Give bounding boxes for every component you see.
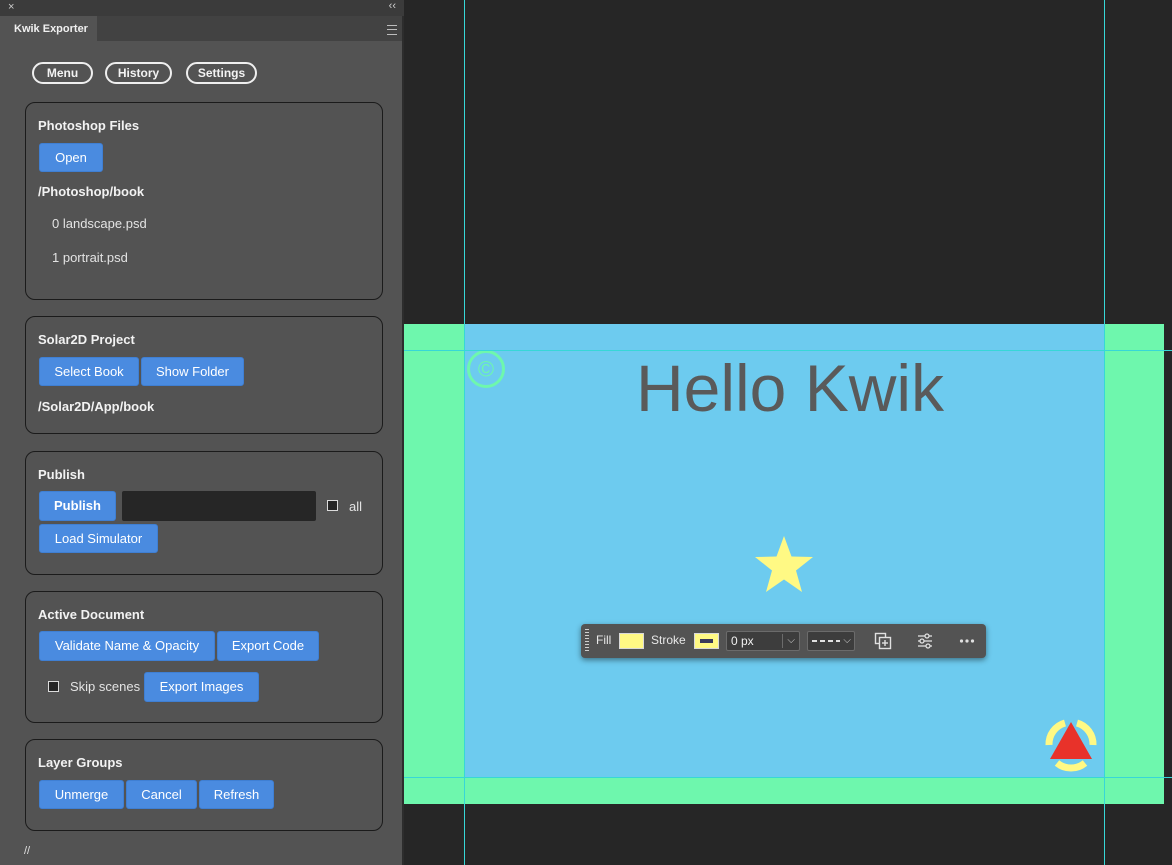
- file-item[interactable]: 1 portrait.psd: [52, 250, 128, 265]
- load-simulator-button[interactable]: Load Simulator: [39, 524, 158, 553]
- stroke-color-swatch[interactable]: [694, 633, 719, 649]
- all-checkbox[interactable]: [327, 500, 338, 511]
- unmerge-button[interactable]: Unmerge: [39, 780, 124, 809]
- fill-label: Fill: [596, 633, 612, 647]
- guide-line: [464, 0, 465, 865]
- copyright-icon[interactable]: ©: [466, 349, 506, 389]
- settings-button[interactable]: Settings: [186, 62, 257, 84]
- chevron-down-icon: ⌵: [787, 635, 795, 646]
- panel-title-bar: × ‹‹: [0, 0, 404, 16]
- solar2d-project-section: Solar2D Project Select Book Show Folder …: [25, 316, 383, 434]
- refresh-button[interactable]: Refresh: [199, 780, 274, 809]
- export-code-button[interactable]: Export Code: [217, 631, 319, 661]
- active-document-section: Active Document Validate Name & Opacity …: [25, 591, 383, 723]
- photoshop-path: /Photoshop/book: [38, 184, 145, 199]
- publish-button[interactable]: Publish: [39, 491, 116, 521]
- photoshop-files-section: Photoshop Files Open /Photoshop/book 0 l…: [25, 102, 383, 300]
- artboard[interactable]: Hello Kwik ©: [464, 324, 1104, 778]
- stroke-width-value: 0 px: [731, 634, 754, 648]
- stroke-label: Stroke: [651, 633, 686, 647]
- dash-style-icon: [812, 640, 840, 642]
- star-icon[interactable]: [752, 534, 816, 596]
- panel-footer: //: [24, 845, 31, 857]
- stroke-width-dropdown[interactable]: 0 px ⌵: [726, 631, 800, 651]
- menu-button[interactable]: Menu: [32, 62, 93, 84]
- section-title: Active Document: [38, 607, 145, 622]
- export-images-button[interactable]: Export Images: [144, 672, 259, 702]
- select-book-button[interactable]: Select Book: [39, 357, 139, 386]
- publish-input[interactable]: [122, 491, 316, 521]
- close-icon[interactable]: ×: [8, 1, 14, 13]
- skip-scenes-label: Skip scenes: [70, 679, 141, 694]
- panel-menu-icon[interactable]: [387, 25, 397, 35]
- publish-section: Publish Publish all Load Simulator: [25, 451, 383, 575]
- open-button[interactable]: Open: [39, 143, 103, 172]
- validate-name-opacity-button[interactable]: Validate Name & Opacity: [39, 631, 215, 661]
- kwik-logo-icon[interactable]: [1036, 710, 1106, 780]
- history-button[interactable]: History: [105, 62, 172, 84]
- contextual-task-bar: Fill Stroke 0 px ⌵ ⌵: [581, 624, 986, 658]
- guide-line: [404, 777, 1172, 778]
- more-icon[interactable]: [958, 632, 976, 650]
- fill-color-swatch[interactable]: [619, 633, 644, 649]
- skip-scenes-checkbox[interactable]: [48, 681, 59, 692]
- show-folder-button[interactable]: Show Folder: [141, 357, 244, 386]
- adjust-icon[interactable]: [916, 632, 934, 650]
- hello-kwik-heading[interactable]: Hello Kwik: [464, 350, 1116, 426]
- panel-tab-bar: Kwik Exporter: [0, 16, 402, 41]
- drag-handle[interactable]: [585, 629, 589, 653]
- section-title: Solar2D Project: [38, 332, 135, 347]
- section-title: Layer Groups: [38, 755, 123, 770]
- layer-groups-section: Layer Groups Unmerge Cancel Refresh: [25, 739, 383, 831]
- tab-kwik-exporter[interactable]: Kwik Exporter: [0, 16, 97, 41]
- copyright-symbol: ©: [478, 357, 494, 382]
- all-label: all: [349, 499, 363, 514]
- section-title: Publish: [38, 467, 85, 482]
- section-title: Photoshop Files: [38, 118, 140, 133]
- duplicate-icon[interactable]: [874, 632, 892, 650]
- guide-line: [1104, 0, 1105, 865]
- collapse-icon[interactable]: ‹‹: [389, 0, 396, 12]
- file-item[interactable]: 0 landscape.psd: [52, 216, 147, 231]
- kwik-exporter-panel: × ‹‹ Kwik Exporter Menu History Settings…: [0, 0, 404, 865]
- guide-line: [404, 350, 1172, 351]
- chevron-down-icon: ⌵: [843, 635, 851, 646]
- cancel-button[interactable]: Cancel: [126, 780, 197, 809]
- divider: [782, 634, 783, 648]
- solar2d-path: /Solar2D/App/book: [38, 399, 155, 414]
- stroke-style-dropdown[interactable]: ⌵: [807, 631, 855, 651]
